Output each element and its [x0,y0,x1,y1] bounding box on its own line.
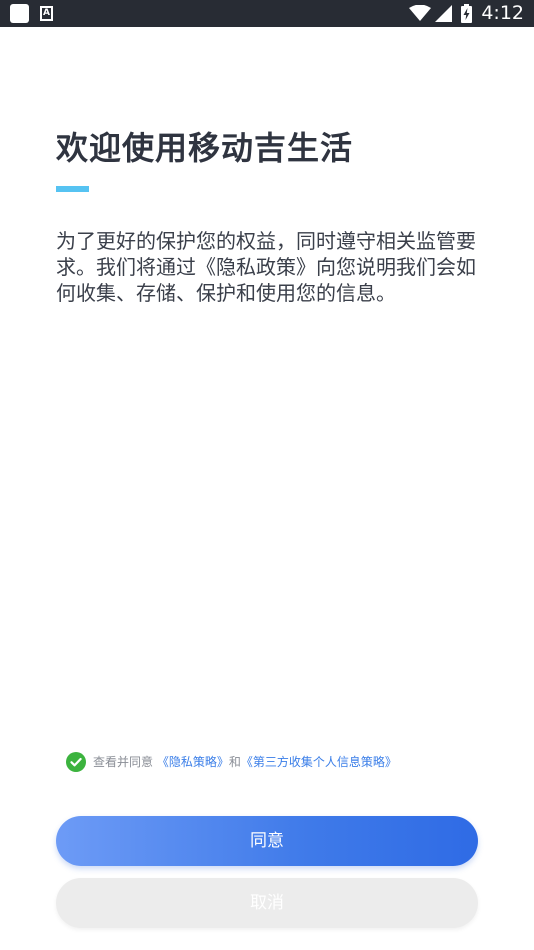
privacy-policy-link[interactable]: 《隐私策略》 [157,755,229,769]
page-title: 欢迎使用移动吉生活 [56,129,354,167]
privacy-consent-screen: A 4:12 欢迎使用移动吉生活 为了更好的保护您的权益，同时遵守相关监管要求。… [0,0,534,950]
agreement-conjunction: 和 [228,755,241,769]
status-bar: A 4:12 [0,0,534,27]
cancel-button[interactable]: 取消 [56,878,478,928]
third-party-policy-link[interactable]: 《第三方收集个人信息策略》 [241,755,397,769]
accessibility-a-icon: A [40,6,53,21]
status-time: 4:12 [481,2,524,24]
agreement-prefix: 查看并同意 [93,755,154,769]
intro-text: 为了更好的保护您的权益，同时遵守相关监管要求。我们将通过《隐私政策》向您说明我们… [56,229,476,305]
check-icon [70,757,82,767]
agree-button[interactable]: 同意 [56,816,478,866]
agreement-checkbox[interactable] [66,752,86,772]
battery-charging-icon [461,4,472,23]
wifi-icon [409,5,431,21]
agreement-text: 查看并同意 《隐私策略》和《第三方收集个人信息策略》 [93,753,397,771]
app-square-icon [10,4,29,23]
signal-icon [435,5,452,22]
title-accent-bar [56,186,89,192]
